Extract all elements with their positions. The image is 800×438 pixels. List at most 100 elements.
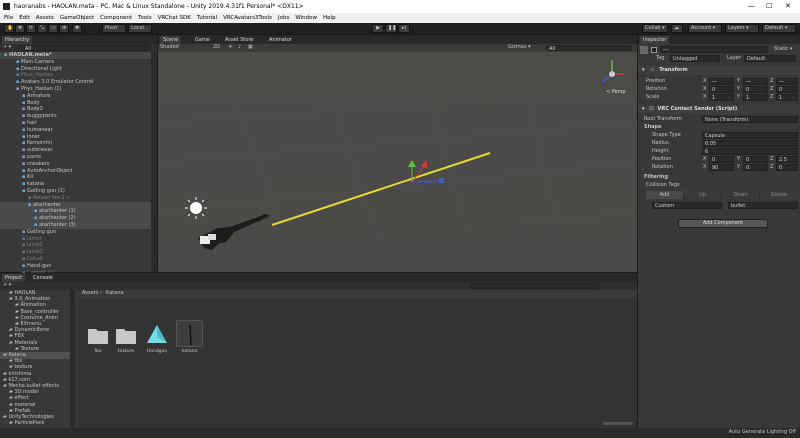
project-tree-scrollbar[interactable] xyxy=(70,290,75,428)
up-tag-button[interactable]: Up xyxy=(684,191,721,199)
scale-tool-icon[interactable]: ⤡ xyxy=(37,24,47,33)
local-button[interactable]: Local xyxy=(128,24,152,33)
contact-position-y-field[interactable]: 0 xyxy=(743,156,768,163)
audio-toggle-icon[interactable]: ♪ xyxy=(238,44,241,51)
menu-window[interactable]: Window xyxy=(295,13,317,23)
pivot-button[interactable]: Pivot xyxy=(102,24,126,33)
menu-vrcavatars3tools[interactable]: VRCAvatars3Tools xyxy=(223,13,272,23)
asset-item[interactable]: katana xyxy=(176,320,203,354)
scale-x-field[interactable]: 1 xyxy=(709,94,734,101)
scene-viewport[interactable] xyxy=(158,52,637,272)
asset-item[interactable]: fbx xyxy=(86,323,110,354)
close-button[interactable]: ✕ xyxy=(785,2,791,10)
move-tool-icon[interactable]: ✥ xyxy=(15,24,25,33)
radius-field[interactable]: 0.05 xyxy=(702,140,798,147)
collab-button[interactable]: Collab ▾ xyxy=(642,24,668,33)
persp-label[interactable]: < Persp xyxy=(606,89,626,96)
hierarchy-search-input[interactable]: All xyxy=(22,45,150,52)
height-field[interactable]: 6 xyxy=(702,148,798,155)
tab-inspector[interactable]: Inspector xyxy=(640,36,670,44)
script-checkbox-icon[interactable]: ☑ xyxy=(649,106,653,112)
menu-help[interactable]: Help xyxy=(323,13,336,23)
tab-animator[interactable]: Animator xyxy=(266,36,295,44)
play-button[interactable]: ▶ xyxy=(372,24,384,33)
project-search-input[interactable] xyxy=(470,283,600,289)
account-dropdown[interactable]: Account ▾ xyxy=(688,24,722,33)
asset-item[interactable]: texture xyxy=(114,323,138,354)
root-transform-field[interactable]: None (Transform) xyxy=(702,116,798,123)
tab-game[interactable]: Game xyxy=(192,36,213,44)
tag-name-field[interactable]: bullet xyxy=(728,202,798,209)
add-component-button[interactable]: Add Component xyxy=(678,219,768,228)
rotation-x-field[interactable]: 0 xyxy=(709,86,734,93)
rotate-tool-icon[interactable]: ⟳ xyxy=(26,24,36,33)
project-tree-item[interactable]: ▰ ParticlePack xyxy=(0,420,70,427)
layer-dropdown[interactable]: Default xyxy=(744,55,796,62)
contact-rotation-z-field[interactable]: 0 xyxy=(776,164,798,171)
zoom-slider[interactable] xyxy=(603,422,633,425)
custom-tool-icon[interactable]: ✱ xyxy=(72,24,82,33)
down-tag-button[interactable]: Down xyxy=(722,191,759,199)
tab-scene[interactable]: Scene xyxy=(160,36,182,44)
rotation-z-field[interactable]: 0 xyxy=(776,86,798,93)
static-toggle[interactable]: Static ▾ xyxy=(774,46,792,53)
gameobject-name-input[interactable]: --- xyxy=(660,46,768,53)
menu-component[interactable]: Component xyxy=(100,13,132,23)
pause-button[interactable]: ❚❚ xyxy=(385,24,397,33)
menu-tutorial[interactable]: Tutorial xyxy=(197,13,217,23)
hand-tool-icon[interactable]: ✋ xyxy=(4,24,14,33)
layers-dropdown[interactable]: Layers ▾ xyxy=(725,24,759,33)
contact-position-x-field[interactable]: 0 xyxy=(709,156,734,163)
rotation-y-field[interactable]: 0 xyxy=(743,86,768,93)
hierarchy-create-button[interactable]: + ▾ xyxy=(3,44,11,51)
rect-tool-icon[interactable]: ▭ xyxy=(48,24,58,33)
shape-type-dropdown[interactable]: Capsule xyxy=(702,132,798,139)
transform-tool-icon[interactable]: ⊕ xyxy=(59,24,69,33)
contact-rotation-y-field[interactable]: 0 xyxy=(743,164,768,171)
contact-rotation-x-field[interactable]: 90 xyxy=(709,164,734,171)
lighting-toggle-icon[interactable]: ☀ xyxy=(228,44,232,51)
menu-file[interactable]: File xyxy=(4,13,13,23)
menu-gameobject[interactable]: GameObject xyxy=(60,13,94,23)
menu-jobs[interactable]: Jobs xyxy=(278,13,289,23)
position-y-field[interactable]: — xyxy=(743,78,768,85)
breadcrumb-assets[interactable]: Assets xyxy=(82,290,98,297)
menu-edit[interactable]: Edit xyxy=(19,13,30,23)
delete-tag-button[interactable]: Delete xyxy=(760,191,798,199)
position-z-field[interactable]: — xyxy=(776,78,798,85)
2d-toggle[interactable]: 2D xyxy=(213,44,220,51)
effects-toggle-icon[interactable]: ▦ xyxy=(248,44,253,51)
tab-asset-store[interactable]: Asset Store xyxy=(222,36,257,44)
active-checkbox[interactable] xyxy=(651,47,657,53)
layout-dropdown[interactable]: Default ▾ xyxy=(762,24,796,33)
project-tree-label: k17.com xyxy=(8,376,30,383)
menu-assets[interactable]: Assets xyxy=(36,13,54,23)
menu-tools[interactable]: Tools xyxy=(138,13,152,23)
project-create-button[interactable]: + ▾ xyxy=(3,282,11,289)
minimize-button[interactable]: — xyxy=(748,2,755,10)
step-button[interactable]: ▸| xyxy=(398,24,410,33)
tab-project[interactable]: Project xyxy=(2,274,26,282)
tag-dropdown[interactable]: Untagged xyxy=(670,55,720,62)
scale-y-field[interactable]: 1 xyxy=(743,94,768,101)
breadcrumb-katana[interactable]: Katana xyxy=(106,290,124,297)
add-tag-button[interactable]: Add xyxy=(646,191,683,199)
scale-z-field[interactable]: 1 xyxy=(776,94,798,101)
gizmos-dropdown[interactable]: Gizmos ▾ xyxy=(508,44,531,51)
transform-header[interactable]: ▾ ⊹ Transform xyxy=(638,66,800,75)
cloud-icon[interactable]: ☁ xyxy=(671,24,683,33)
hierarchy-scrollbar[interactable] xyxy=(151,52,157,272)
menu-vrchat-sdk[interactable]: VRChat SDK xyxy=(158,13,191,23)
shading-mode-dropdown[interactable]: Shaded xyxy=(160,44,179,51)
maximize-button[interactable]: ☐ xyxy=(766,2,772,10)
tab-hierarchy[interactable]: Hierarchy xyxy=(2,36,33,44)
position-label: Position xyxy=(646,78,666,84)
scene-search-input[interactable]: All xyxy=(546,45,632,52)
position-x-field[interactable]: — xyxy=(709,78,734,85)
tag-type-dropdown[interactable]: Custom xyxy=(652,202,722,209)
asset-item[interactable]: Handgun xyxy=(145,323,169,354)
contact-position-z-field[interactable]: 2.5 xyxy=(776,156,798,163)
contact-sender-header[interactable]: ▾ ☑ VRC Contact Sender (Script) xyxy=(638,105,800,114)
collision-tags-label[interactable]: Collision Tags xyxy=(646,182,680,189)
tab-console[interactable]: Console xyxy=(30,274,56,282)
